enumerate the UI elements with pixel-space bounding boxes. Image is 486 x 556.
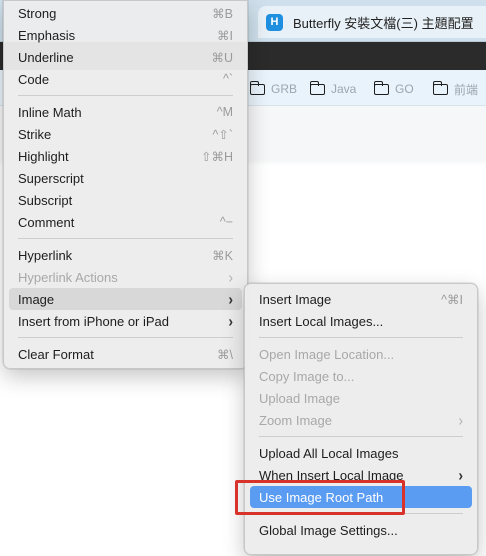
- menu-item-label: Emphasis: [18, 27, 76, 43]
- menu-item-comment[interactable]: Comment ^−: [9, 211, 242, 233]
- folder-icon: [373, 80, 389, 95]
- menu-item-label: Upload All Local Images: [259, 445, 399, 461]
- bookmark-folder[interactable]: 前端: [432, 80, 479, 98]
- menu-item-shortcut: ^`: [222, 72, 233, 86]
- menu-item-highlight[interactable]: Highlight ⇧⌘H: [9, 145, 242, 167]
- menu-item-label: Superscript: [18, 170, 84, 186]
- menu-item-label: Underline: [18, 49, 74, 65]
- menu-item-inline-math[interactable]: Inline Math ^M: [9, 101, 242, 123]
- browser-tab[interactable]: H Butterfly 安裝文檔(三) 主題配置: [258, 6, 486, 38]
- menu-item-shortcut: ⌘U: [211, 50, 233, 65]
- menu-item-label: Comment: [18, 214, 75, 230]
- menu-item-subscript[interactable]: Subscript: [9, 189, 242, 211]
- menu-item-hyperlink-actions: Hyperlink Actions ›: [9, 266, 242, 288]
- menu-item-insert-from-iphone[interactable]: Insert from iPhone or iPad ›: [9, 310, 242, 332]
- bookmark-folder[interactable]: Java: [309, 80, 357, 98]
- image-submenu: Insert Image ^⌘I Insert Local Images... …: [244, 283, 478, 555]
- menu-item-image[interactable]: Image ›: [9, 288, 242, 310]
- menu-item-shortcut: ^M: [216, 105, 233, 119]
- menu-item-label: Image: [18, 291, 55, 307]
- menu-item-label: Clear Format: [18, 346, 94, 362]
- menu-item-label: Subscript: [18, 192, 73, 208]
- menu-item-label: Insert from iPhone or iPad: [18, 313, 170, 329]
- menu-item-label: Strong: [18, 5, 57, 21]
- menu-item-shortcut: ⌘\: [217, 347, 233, 362]
- menu-item-label: Highlight: [18, 148, 69, 164]
- format-context-menu: Strong ⌘B Emphasis ⌘I Underline ⌘U Code …: [3, 0, 248, 369]
- menu-item-underline[interactable]: Underline ⌘U: [9, 46, 242, 68]
- bookmark-folder[interactable]: GRB: [249, 80, 298, 98]
- bookmark-label: 前端: [454, 82, 479, 97]
- bookmark-folder[interactable]: GO: [373, 80, 414, 98]
- bookmark-label: GRB: [271, 82, 298, 96]
- tab-title: Butterfly 安裝文檔(三) 主題配置: [293, 15, 474, 31]
- submenu-item-when-insert-local-image[interactable]: When Insert Local Image ›: [250, 464, 472, 486]
- menu-item-label: When Insert Local Image: [259, 467, 404, 483]
- menu-item-shortcut: ^⇧`: [212, 127, 233, 142]
- submenu-item-insert-image[interactable]: Insert Image ^⌘I: [250, 288, 472, 310]
- menu-item-shortcut: ⌘I: [217, 28, 233, 43]
- chevron-right-icon: ›: [228, 311, 233, 331]
- menu-separator: [18, 337, 233, 338]
- menu-item-superscript[interactable]: Superscript: [9, 167, 242, 189]
- menu-item-strong[interactable]: Strong ⌘B: [9, 2, 242, 24]
- menu-item-label: Upload Image: [259, 390, 340, 406]
- menu-item-label: Use Image Root Path: [259, 489, 384, 505]
- menu-item-label: Hyperlink Actions: [18, 269, 118, 285]
- menu-item-label: Global Image Settings...: [259, 522, 398, 538]
- submenu-item-global-image-settings[interactable]: Global Image Settings...: [250, 519, 472, 541]
- menu-separator: [259, 337, 463, 338]
- menu-item-emphasis[interactable]: Emphasis ⌘I: [9, 24, 242, 46]
- submenu-item-upload-image: Upload Image: [250, 387, 472, 409]
- menu-item-label: Zoom Image: [259, 412, 332, 428]
- menu-item-label: Insert Local Images...: [259, 313, 384, 329]
- chevron-right-icon: ›: [228, 289, 233, 309]
- folder-icon: [309, 80, 325, 95]
- menu-item-shortcut: ^⌘I: [441, 292, 463, 307]
- menu-item-shortcut: ^−: [219, 215, 233, 229]
- chevron-right-icon: ›: [228, 267, 233, 287]
- chevron-right-icon: ›: [458, 465, 463, 485]
- menu-item-code[interactable]: Code ^`: [9, 68, 242, 90]
- menu-item-label: Strike: [18, 126, 52, 142]
- tab-favicon-icon: H: [266, 13, 283, 31]
- menu-item-label: Inline Math: [18, 104, 82, 120]
- menu-separator: [18, 95, 233, 96]
- menu-item-shortcut: ⌘K: [212, 248, 233, 263]
- menu-item-label: Insert Image: [259, 291, 332, 307]
- menu-separator: [259, 513, 463, 514]
- submenu-item-upload-all-local-images[interactable]: Upload All Local Images: [250, 442, 472, 464]
- chevron-right-icon: ›: [458, 410, 463, 430]
- menu-item-label: Code: [18, 71, 50, 87]
- submenu-item-copy-image-to: Copy Image to...: [250, 365, 472, 387]
- menu-item-label: Hyperlink: [18, 247, 73, 263]
- menu-item-label: Copy Image to...: [259, 368, 355, 384]
- menu-item-hyperlink[interactable]: Hyperlink ⌘K: [9, 244, 242, 266]
- folder-icon: [432, 80, 448, 95]
- submenu-item-insert-local-images[interactable]: Insert Local Images...: [250, 310, 472, 332]
- folder-icon: [249, 80, 265, 95]
- bookmark-label: Java: [331, 82, 357, 96]
- menu-separator: [259, 436, 463, 437]
- menu-item-label: Open Image Location...: [259, 346, 395, 362]
- submenu-item-zoom-image: Zoom Image ›: [250, 409, 472, 431]
- menu-item-shortcut: ⇧⌘H: [200, 149, 233, 164]
- submenu-item-open-image-location: Open Image Location...: [250, 343, 472, 365]
- menu-item-clear-format[interactable]: Clear Format ⌘\: [9, 343, 242, 365]
- submenu-item-use-image-root-path[interactable]: Use Image Root Path: [250, 486, 472, 508]
- menu-item-strike[interactable]: Strike ^⇧`: [9, 123, 242, 145]
- menu-separator: [18, 238, 233, 239]
- menu-item-shortcut: ⌘B: [212, 6, 233, 21]
- bookmark-label: GO: [395, 82, 414, 96]
